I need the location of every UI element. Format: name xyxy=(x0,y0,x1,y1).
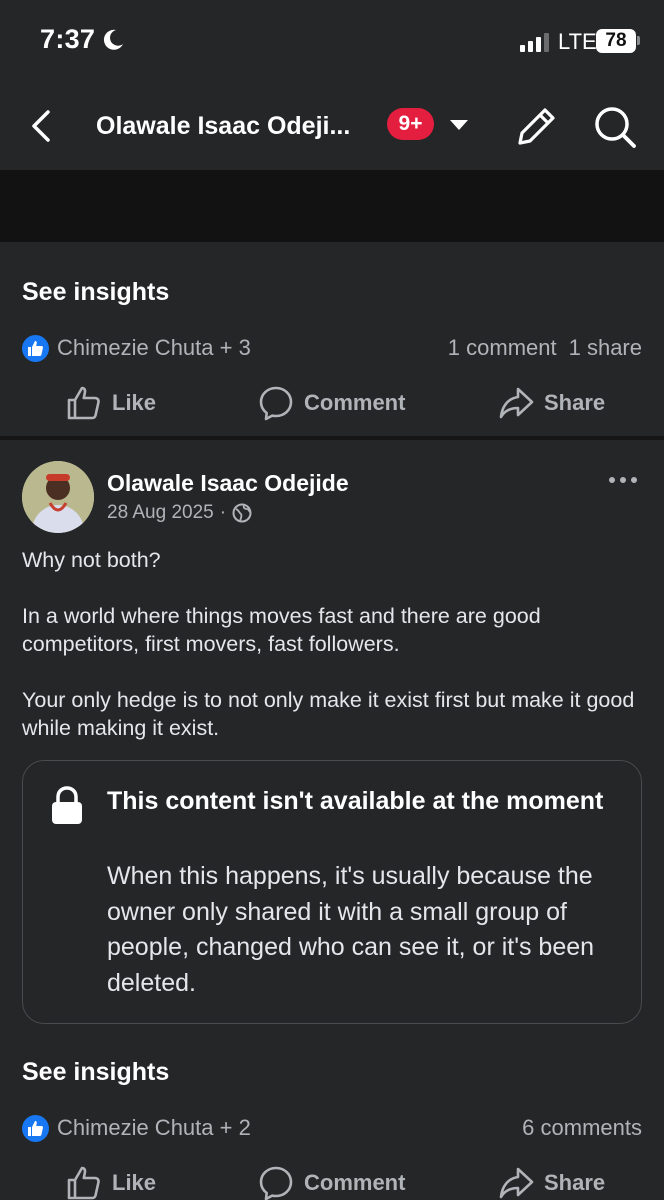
comment-icon xyxy=(259,386,293,421)
battery-tip xyxy=(637,36,640,45)
like-label: Like xyxy=(112,390,157,415)
comment-button[interactable]: Comment xyxy=(258,1158,405,1200)
share-label: Share xyxy=(544,1170,606,1195)
status-bar: 7:37 LTE 78 xyxy=(0,0,664,86)
battery-icon: 78 xyxy=(596,29,636,53)
comment-label: Comment xyxy=(304,390,406,415)
unavailable-content-card: This content isn't available at the mome… xyxy=(22,760,642,1024)
meta-separator: · xyxy=(219,502,227,523)
back-icon[interactable] xyxy=(26,106,60,146)
post-paragraph: Your only hedge is to not only make it e… xyxy=(22,688,635,740)
share-count[interactable]: 1 share xyxy=(569,335,642,360)
avatar-image xyxy=(22,461,94,533)
see-insights-link[interactable]: See insights xyxy=(22,278,169,307)
share-icon xyxy=(499,387,534,419)
comment-label: Comment xyxy=(304,1170,406,1195)
pencil-icon[interactable] xyxy=(515,104,559,148)
page-title[interactable]: Olawale Isaac Odeji... xyxy=(96,112,350,141)
like-button[interactable]: Like xyxy=(66,378,156,428)
like-button[interactable]: Like xyxy=(66,1158,156,1200)
network-type: LTE xyxy=(558,29,597,54)
thumbs-up-icon xyxy=(67,386,100,420)
globe-icon xyxy=(232,503,252,523)
reactors-text[interactable]: Chimezie Chuta + 3 xyxy=(57,335,251,361)
author-name[interactable]: Olawale Isaac Odejide xyxy=(107,470,349,497)
like-label: Like xyxy=(112,1170,157,1195)
status-time: 7:37 xyxy=(40,24,96,54)
comment-count[interactable]: 1 comment xyxy=(448,335,557,360)
engagement-counts: 1 comment 1 share xyxy=(448,335,642,361)
reactors-text[interactable]: Chimezie Chuta + 2 xyxy=(57,1115,251,1141)
reactions-summary[interactable]: Chimezie Chuta + 2 6 comments xyxy=(22,1114,642,1144)
like-reaction-icon xyxy=(22,335,49,362)
caret-down-icon[interactable] xyxy=(448,118,470,132)
more-options-icon[interactable] xyxy=(606,470,640,490)
comment-icon xyxy=(259,1166,293,1200)
signal-icon xyxy=(520,33,549,52)
thumbs-up-icon xyxy=(67,1166,100,1200)
like-reaction-icon xyxy=(22,1115,49,1142)
post-actions: Like Comment Share xyxy=(0,1158,664,1200)
reactions-summary[interactable]: Chimezie Chuta + 3 1 comment 1 share xyxy=(22,334,642,364)
post-body: Why not both? In a world where things mo… xyxy=(22,546,647,742)
post-actions: Like Comment Share xyxy=(0,378,664,428)
comment-button[interactable]: Comment xyxy=(258,378,405,428)
share-button[interactable]: Share xyxy=(498,378,605,428)
comment-count[interactable]: 6 comments xyxy=(522,1115,642,1140)
post-meta: 28 Aug 2025 · xyxy=(107,502,252,524)
unavailable-text: When this happens, it's usually because … xyxy=(107,862,595,997)
unavailable-title: This content isn't available at the mome… xyxy=(107,787,604,815)
notification-badge: 9+ xyxy=(387,108,434,140)
post-date[interactable]: 28 Aug 2025 xyxy=(107,502,214,524)
media-preview[interactable] xyxy=(0,170,664,242)
engagement-counts: 6 comments xyxy=(522,1115,642,1141)
share-label: Share xyxy=(544,390,606,415)
avatar[interactable] xyxy=(22,461,94,533)
post-paragraph: Why not both? xyxy=(22,548,161,572)
app-header: Olawale Isaac Odeji... 9+ xyxy=(0,86,664,170)
post-divider xyxy=(0,436,664,440)
share-icon xyxy=(499,1167,534,1199)
moon-icon xyxy=(103,29,123,50)
share-button[interactable]: Share xyxy=(498,1158,605,1200)
see-insights-link[interactable]: See insights xyxy=(22,1058,169,1087)
lock-icon xyxy=(52,786,82,824)
post-paragraph: In a world where things moves fast and t… xyxy=(22,604,541,656)
search-icon[interactable] xyxy=(592,104,638,150)
